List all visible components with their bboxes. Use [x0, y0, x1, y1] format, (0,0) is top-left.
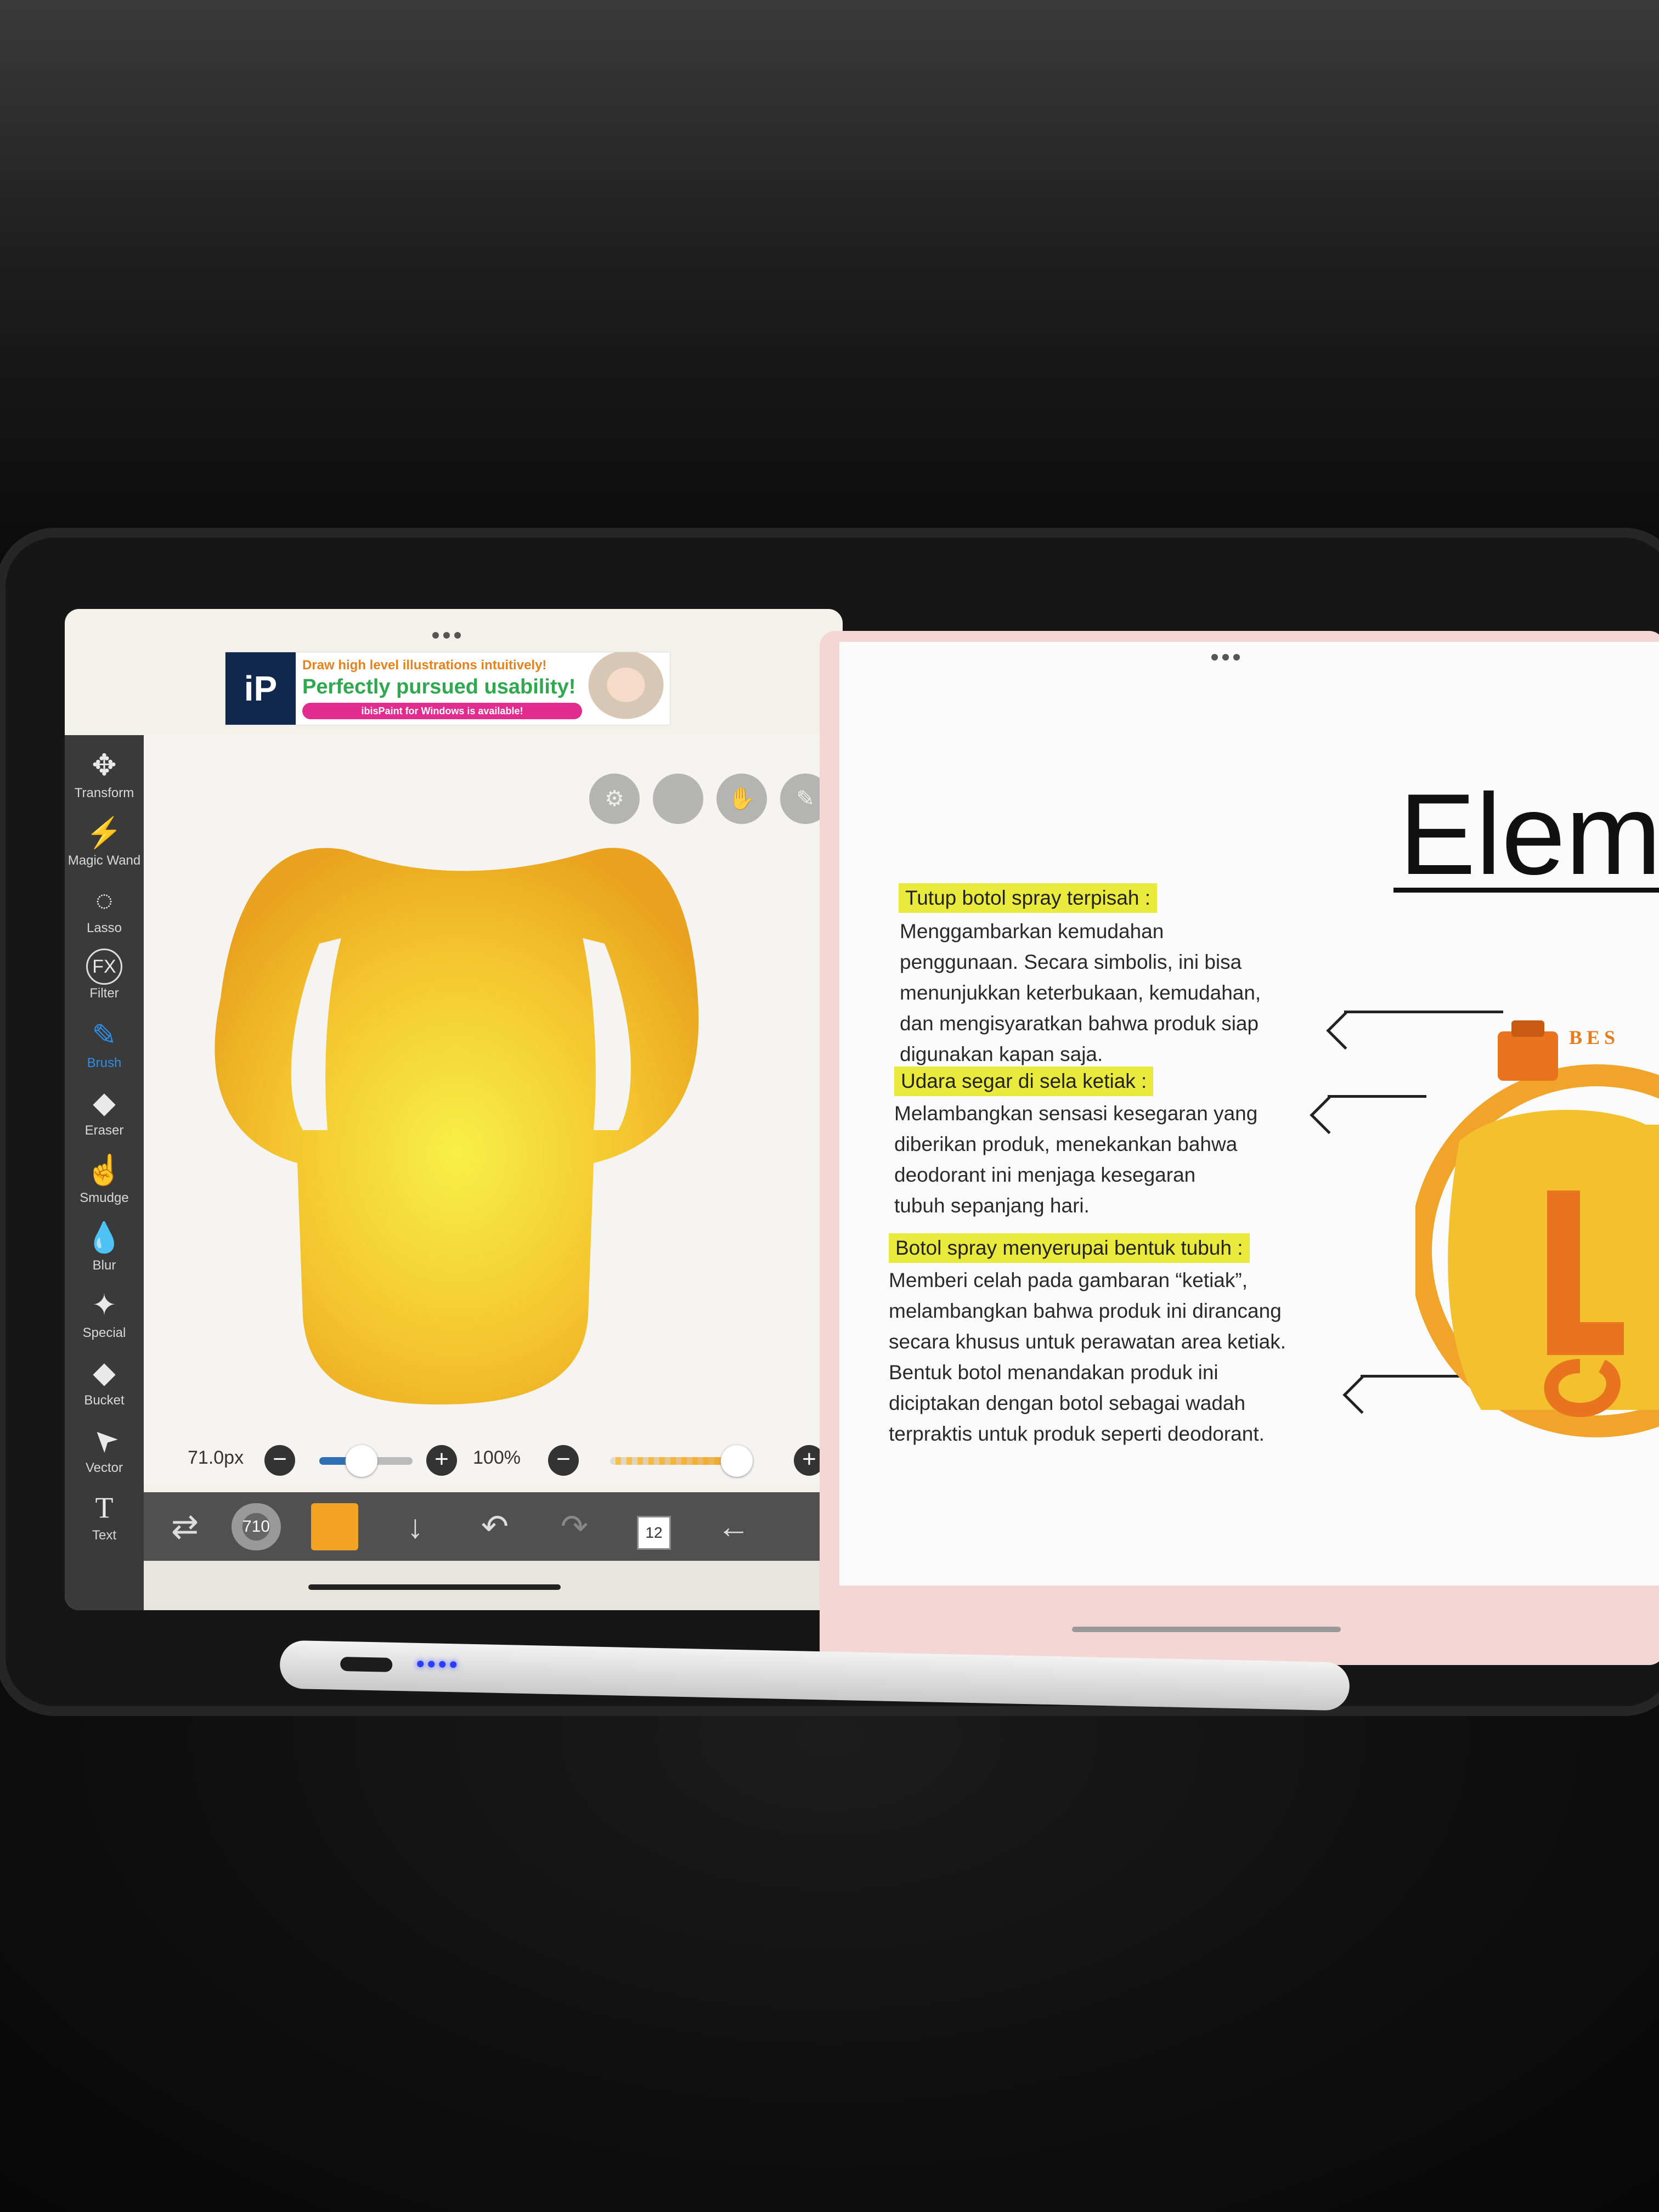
document-pane: Elem Tutup botol spray terpisah : Mengga… [820, 631, 1659, 1665]
redo-icon[interactable]: ↷ [550, 1503, 599, 1550]
title-underline [1393, 888, 1659, 893]
tool-eraser[interactable]: ◆ Eraser [65, 1084, 144, 1150]
swap-tool-icon[interactable]: ⇄ [160, 1503, 210, 1550]
opacity-slider-knob[interactable] [721, 1445, 753, 1477]
tool-text[interactable]: T Text [65, 1488, 144, 1555]
stylus-led [439, 1661, 446, 1668]
brush-size-value: 71.0px [188, 1447, 244, 1468]
opacity-slider[interactable] [610, 1445, 753, 1477]
multitasking-handle-right[interactable] [1211, 654, 1240, 661]
color-swatch[interactable] [311, 1503, 358, 1550]
move-arrows-icon: ✥ [92, 749, 117, 782]
ad-banner[interactable]: iP Draw high level illustrations intuiti… [225, 652, 670, 725]
layers-count: 12 [637, 1516, 671, 1550]
ad-line-3: ibisPaint for Windows is available! [302, 703, 582, 719]
brush-size-slider[interactable] [319, 1445, 413, 1477]
brush-thumbnail[interactable]: 710 [232, 1503, 281, 1550]
special-wand-icon: ✦ [92, 1289, 117, 1322]
section-2-heading: Udara segar di sela ketiak : [894, 1066, 1154, 1096]
filter-fx-icon: FX [86, 949, 122, 985]
ibispaint-pane: iP Draw high level illustrations intuiti… [65, 609, 843, 1610]
lasso-icon: ◌ [95, 884, 114, 917]
stylus-led [450, 1661, 457, 1668]
background-wall [0, 0, 1659, 576]
section-1-heading: Tutup botol spray terpisah : [899, 883, 1157, 913]
stylus-led [428, 1661, 435, 1668]
toggle-icon[interactable]: ⚙ [589, 774, 640, 824]
tool-blur[interactable]: 💧 Blur [65, 1218, 144, 1285]
tool-special[interactable]: ✦ Special [65, 1286, 144, 1353]
text-icon: T [95, 1491, 114, 1524]
brush-size-slider-knob[interactable] [345, 1445, 377, 1477]
tool-vector[interactable]: ➤ Vector [65, 1420, 144, 1488]
smudge-icon: ☝ [86, 1154, 123, 1187]
magic-wand-icon: ⚡ [86, 816, 123, 849]
tool-lasso[interactable]: ◌ Lasso [65, 881, 144, 948]
arrow-2-icon [1328, 1095, 1426, 1098]
product-bottle-illustration [1415, 1020, 1659, 1437]
ad-character-image [582, 652, 670, 725]
arrow-1-icon [1344, 1011, 1503, 1013]
blur-drop-icon: 💧 [86, 1221, 123, 1254]
section-3-heading: Botol spray menyerupai bentuk tubuh : [889, 1233, 1250, 1263]
bottle-drawing [215, 848, 699, 1404]
undo-icon[interactable]: ↶ [470, 1503, 520, 1550]
tool-filter[interactable]: FX Filter [65, 949, 144, 1015]
product-brand-text: BES [1569, 1026, 1620, 1048]
multitasking-handle[interactable] [432, 632, 461, 639]
stylus-led [417, 1660, 424, 1668]
brush-size-minus-button[interactable]: − [264, 1445, 295, 1476]
ibispaint-logo-icon: iP [225, 652, 296, 725]
section-2-body: Melambangkan sensasi kesegaran yang dibe… [894, 1102, 1258, 1217]
home-indicator-right [1072, 1627, 1341, 1632]
brush-icon: ✎ [92, 1019, 117, 1052]
document-page: Elem Tutup botol spray terpisah : Mengga… [839, 642, 1659, 1585]
eraser-icon: ◆ [93, 1086, 116, 1119]
ad-line-1: Draw high level illustrations intuitivel… [302, 658, 547, 673]
layers-button[interactable]: 12 [629, 1503, 679, 1550]
brush-controls: 71.0px − + 100% − + [144, 1432, 843, 1492]
section-1-body: Menggambarkan kemudahan penggunaan. Seca… [900, 920, 1261, 1065]
brush-size-plus-button[interactable]: + [426, 1445, 457, 1476]
bucket-icon: ◆ [93, 1356, 116, 1389]
opacity-minus-button[interactable]: − [548, 1445, 579, 1476]
stylus-charging-port [340, 1656, 393, 1672]
tool-sidebar: ✥ Transform ⚡ Magic Wand ◌ Lasso FX Filter ✎… [65, 735, 144, 1610]
selection-icon[interactable] [653, 774, 703, 824]
bottom-toolbar: ⇄ 710 ↓ ↶ ↷ 12 ← [144, 1492, 843, 1610]
back-icon[interactable]: ← [709, 1503, 758, 1550]
tool-magic-wand[interactable]: ⚡ Magic Wand [65, 814, 144, 881]
hand-icon[interactable]: ✋ [716, 774, 767, 824]
tool-brush[interactable]: ✎ Brush [65, 1016, 144, 1083]
section-3-body: Memberi celah pada gambaran “ketiak”, me… [889, 1269, 1286, 1445]
page-title: Elem [1399, 770, 1659, 899]
ad-line-2: Perfectly pursued usability! [302, 675, 576, 698]
opacity-value: 100% [473, 1447, 521, 1468]
home-indicator [308, 1584, 561, 1590]
download-icon[interactable]: ↓ [391, 1503, 440, 1550]
background-carpet [0, 1618, 1659, 2212]
drawing-canvas[interactable]: ⚙ ✋ ✎ ▣ [144, 735, 843, 1484]
tool-smudge[interactable]: ☝ Smudge [65, 1151, 144, 1218]
vector-cursor-icon: ➤ [83, 1419, 125, 1461]
tool-transform[interactable]: ✥ Transform [65, 746, 144, 813]
tool-bucket[interactable]: ◆ Bucket [65, 1353, 144, 1420]
